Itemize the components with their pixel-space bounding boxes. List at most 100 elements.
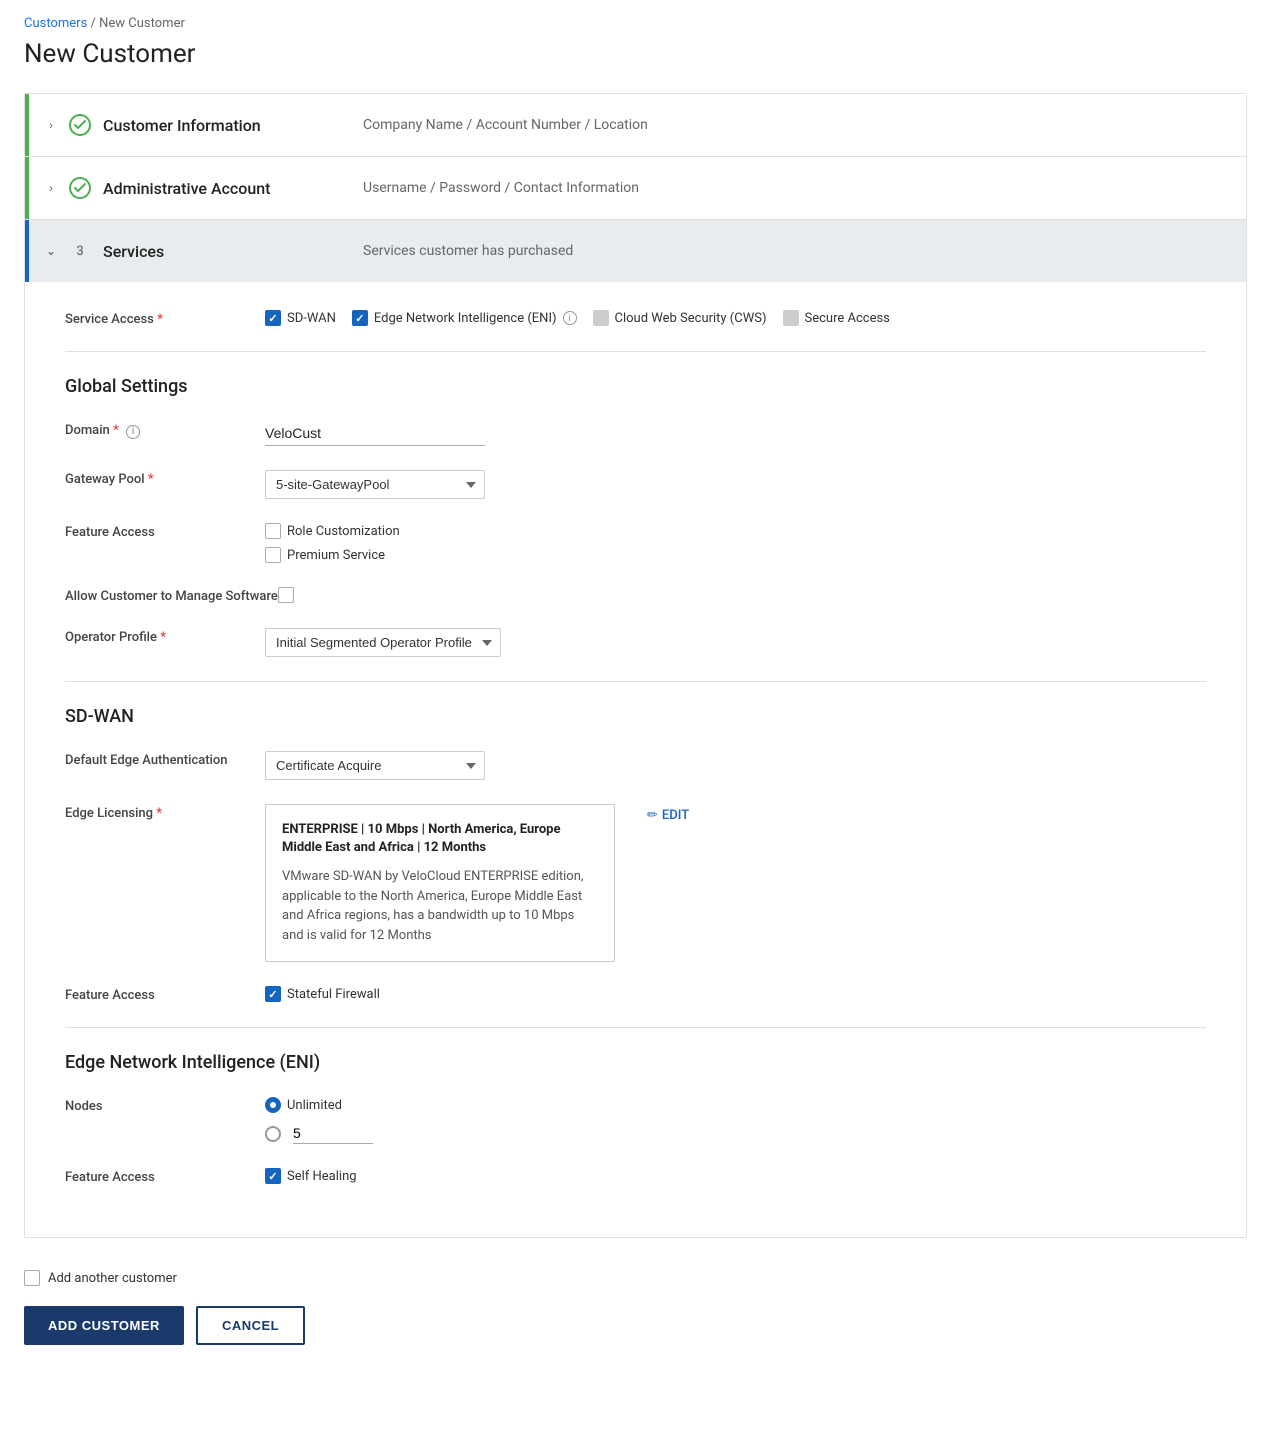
global-feature-access-options: Role Customization Premium Service: [265, 523, 1206, 563]
domain-field-value: [265, 421, 1206, 446]
accordion-title-services: Services: [103, 242, 303, 261]
operator-profile-row: Operator Profile * Initial Segmented Ope…: [65, 628, 1206, 657]
edge-licensing-value: ENTERPRISE | 10 Mbps | North America, Eu…: [265, 804, 1206, 962]
sdwan-checkbox-icon[interactable]: [265, 310, 281, 326]
service-access-cws[interactable]: Cloud Web Security (CWS): [593, 310, 767, 326]
nodes-unlimited-item[interactable]: Unlimited: [265, 1097, 373, 1113]
left-bar-customer-info: [25, 94, 29, 156]
nodes-group: Unlimited: [265, 1097, 373, 1144]
premium-service-checkbox[interactable]: [265, 547, 281, 563]
bottom-buttons: ADD CUSTOMER CANCEL: [24, 1306, 1247, 1345]
stateful-firewall-label: Stateful Firewall: [287, 987, 380, 1002]
nodes-custom-radio[interactable]: [265, 1126, 281, 1142]
role-customization-item[interactable]: Role Customization: [265, 523, 400, 539]
cws-checkbox-icon[interactable]: [593, 310, 609, 326]
default-edge-auth-row: Default Edge Authentication Certificate …: [65, 751, 1206, 780]
edge-licensing-title: ENTERPRISE | 10 Mbps | North America, Eu…: [282, 821, 598, 857]
accordion-item-customer-info: › Customer Information Company Name / Ac…: [25, 94, 1246, 157]
cws-label: Cloud Web Security (CWS): [615, 311, 767, 326]
premium-service-label: Premium Service: [287, 548, 385, 563]
accordion-item-admin-account: › Administrative Account Username / Pass…: [25, 157, 1246, 220]
default-edge-auth-select[interactable]: Certificate Acquire: [265, 751, 485, 780]
eni-info-icon[interactable]: i: [563, 311, 577, 325]
cancel-button[interactable]: CANCEL: [196, 1306, 305, 1345]
sdwan-feature-access-row: Feature Access Stateful Firewall: [65, 986, 1206, 1003]
operator-profile-field-value: Initial Segmented Operator Profile: [265, 628, 1206, 657]
manage-software-label: Allow Customer to Manage Software: [65, 587, 278, 604]
manage-software-checkbox[interactable]: [278, 587, 294, 603]
bottom-section: Add another customer ADD CUSTOMER CANCEL: [24, 1270, 1247, 1369]
step-number-services: 3: [69, 240, 91, 262]
edge-licensing-box: ENTERPRISE | 10 Mbps | North America, Eu…: [265, 804, 615, 962]
chevron-customer-info-icon: ›: [41, 115, 61, 135]
role-customization-label: Role Customization: [287, 524, 400, 539]
domain-label: Domain * i: [65, 421, 265, 439]
premium-service-item[interactable]: Premium Service: [265, 547, 400, 563]
nodes-row: Nodes Unlimited: [65, 1097, 1206, 1144]
accordion-header-services[interactable]: ⌄ 3 Services Services customer has purch…: [25, 220, 1246, 282]
operator-profile-select[interactable]: Initial Segmented Operator Profile: [265, 628, 501, 657]
sdwan-feature-access-value: Stateful Firewall: [265, 986, 1206, 1002]
eni-checkbox-icon[interactable]: [352, 310, 368, 326]
accordion: › Customer Information Company Name / Ac…: [24, 93, 1247, 1238]
accordion-header-admin-account[interactable]: › Administrative Account Username / Pass…: [25, 157, 1246, 219]
chevron-admin-account-icon: ›: [41, 178, 61, 198]
nodes-unlimited-radio[interactable]: [265, 1097, 281, 1113]
left-bar-services: [25, 220, 29, 282]
left-bar-admin-account: [25, 157, 29, 219]
eni-label: Edge Network Intelligence (ENI): [374, 311, 557, 326]
nodes-unlimited-label: Unlimited: [287, 1098, 342, 1113]
stateful-firewall-checkbox[interactable]: [265, 986, 281, 1002]
service-access-secure[interactable]: Secure Access: [783, 310, 890, 326]
edge-licensing-edit-link[interactable]: ✏ EDIT: [647, 808, 689, 823]
add-customer-button[interactable]: ADD CUSTOMER: [24, 1306, 184, 1345]
stateful-firewall-item[interactable]: Stateful Firewall: [265, 986, 380, 1002]
service-access-label: Service Access *: [65, 310, 265, 327]
service-access-options: SD-WAN Edge Network Intelligence (ENI) i…: [265, 310, 1206, 326]
accordion-item-services: ⌄ 3 Services Services customer has purch…: [25, 220, 1246, 1237]
divider-global: [65, 351, 1206, 352]
accordion-subtitle-customer-info: Company Name / Account Number / Location: [363, 117, 648, 133]
accordion-header-customer-info[interactable]: › Customer Information Company Name / Ac…: [25, 94, 1246, 156]
divider-sdwan: [65, 681, 1206, 682]
domain-info-icon[interactable]: i: [126, 425, 140, 439]
add-another-checkbox[interactable]: [24, 1270, 40, 1286]
nodes-label: Nodes: [65, 1097, 265, 1114]
nodes-custom-input[interactable]: [293, 1123, 373, 1144]
self-healing-item[interactable]: Self Healing: [265, 1168, 357, 1184]
add-another-label: Add another customer: [48, 1271, 177, 1286]
page-title: New Customer: [24, 39, 1247, 69]
domain-input[interactable]: [265, 421, 485, 446]
global-feature-access-label: Feature Access: [65, 523, 265, 540]
global-settings-heading: Global Settings: [65, 376, 1206, 397]
gateway-pool-row: Gateway Pool * 5-site-GatewayPool: [65, 470, 1206, 499]
gateway-pool-label: Gateway Pool *: [65, 470, 265, 487]
role-customization-checkbox[interactable]: [265, 523, 281, 539]
accordion-subtitle-services: Services customer has purchased: [363, 243, 573, 259]
global-feature-access-row: Feature Access Role Customization Premiu…: [65, 523, 1206, 563]
nodes-custom-item[interactable]: [265, 1123, 373, 1144]
edge-licensing-row: Edge Licensing * ENTERPRISE | 10 Mbps | …: [65, 804, 1206, 962]
gateway-pool-select[interactable]: 5-site-GatewayPool: [265, 470, 485, 499]
default-edge-auth-label: Default Edge Authentication: [65, 751, 265, 768]
secure-label: Secure Access: [805, 311, 890, 326]
add-another-row: Add another customer: [24, 1270, 1247, 1286]
edge-licensing-desc: VMware SD-WAN by VeloCloud ENTERPRISE ed…: [282, 867, 598, 945]
edge-licensing-label: Edge Licensing *: [65, 804, 265, 821]
breadcrumb: Customers / New Customer: [24, 16, 1247, 31]
secure-checkbox-icon[interactable]: [783, 310, 799, 326]
check-icon-customer-info: [69, 114, 91, 136]
edit-pencil-icon: ✏: [647, 808, 658, 823]
self-healing-checkbox[interactable]: [265, 1168, 281, 1184]
nodes-value: Unlimited: [265, 1097, 1206, 1144]
accordion-title-admin-account: Administrative Account: [103, 179, 303, 198]
domain-row: Domain * i: [65, 421, 1206, 446]
breadcrumb-current: New Customer: [99, 16, 185, 31]
default-edge-auth-value: Certificate Acquire: [265, 751, 1206, 780]
divider-eni: [65, 1027, 1206, 1028]
service-access-eni[interactable]: Edge Network Intelligence (ENI) i: [352, 310, 577, 326]
service-access-sdwan[interactable]: SD-WAN: [265, 310, 336, 326]
services-content: Service Access * SD-WAN Edge Network Int…: [25, 282, 1246, 1237]
check-icon-admin-account: [69, 177, 91, 199]
breadcrumb-parent-link[interactable]: Customers: [24, 16, 87, 31]
